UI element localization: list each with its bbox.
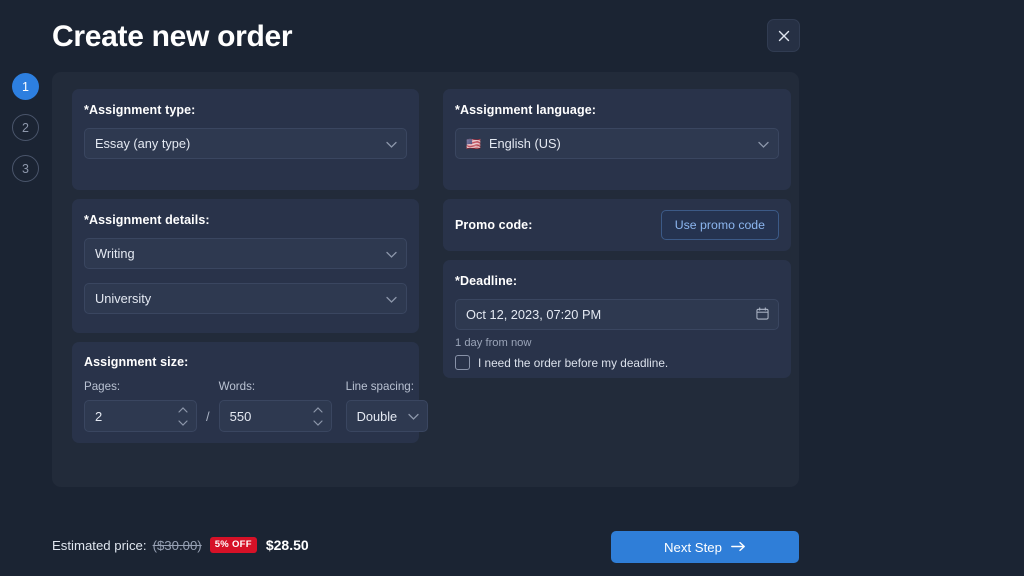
assignment-details-label: *Assignment details: <box>84 213 210 227</box>
academic-level-select[interactable]: University <box>84 283 407 314</box>
deadline-hint: 1 day from now <box>455 337 532 349</box>
assignment-language-select[interactable]: 🇺🇸 English (US) <box>455 128 779 159</box>
chevron-down-icon <box>758 136 769 151</box>
line-spacing-cell: Line spacing: Double <box>345 380 428 432</box>
deadline-group: *Deadline: Oct 12, 2023, 07:20 PM 1 day … <box>443 260 791 378</box>
us-flag-icon: 🇺🇸 <box>466 136 481 151</box>
pages-decrement-button[interactable] <box>178 419 188 426</box>
chevron-down-icon <box>386 136 397 151</box>
next-step-label: Next Step <box>664 539 722 555</box>
pages-increment-button[interactable] <box>178 406 188 413</box>
assignment-type-select[interactable]: Essay (any type) <box>84 128 407 159</box>
next-step-button[interactable]: Next Step <box>611 531 799 563</box>
step-3[interactable]: 3 <box>12 155 39 182</box>
discount-badge: 5% OFF <box>209 537 257 553</box>
words-cell: Words: 550 <box>218 380 332 432</box>
line-spacing-label: Line spacing: <box>345 380 414 393</box>
assignment-language-label: *Assignment language: <box>455 103 597 117</box>
assignment-type-label: *Assignment type: <box>84 103 196 117</box>
assignment-size-group: Assignment size: Pages: 2 / Words: 550 L… <box>72 342 428 443</box>
early-delivery-label[interactable]: I need the order before my deadline. <box>478 356 668 370</box>
words-value: 550 <box>229 408 252 424</box>
words-stepper[interactable]: 550 <box>218 400 332 432</box>
right-column: *Assignment language: 🇺🇸 English (US) Pr… <box>443 89 791 443</box>
assignment-size-row: Pages: 2 / Words: 550 Line spacing: Doub… <box>84 380 428 432</box>
step-1[interactable]: 1 <box>12 73 39 100</box>
words-increment-button[interactable] <box>313 406 323 413</box>
pages-stepper[interactable]: 2 <box>84 400 197 432</box>
deadline-input[interactable]: Oct 12, 2023, 07:20 PM <box>455 299 779 330</box>
assignment-details-group: *Assignment details: Writing University <box>72 199 419 333</box>
page-title: Create new order <box>52 20 293 53</box>
early-delivery-row: I need the order before my deadline. <box>455 355 779 370</box>
line-spacing-select[interactable]: Double <box>345 400 428 432</box>
form-columns: *Assignment type: Essay (any type) *Assi… <box>72 89 791 443</box>
pages-label: Pages: <box>84 380 121 393</box>
step-1-label: 1 <box>22 79 29 94</box>
promo-code-label: Promo code: <box>455 218 533 232</box>
pages-spinner <box>176 401 190 431</box>
deadline-label: *Deadline: <box>455 274 518 288</box>
words-label: Words: <box>218 380 256 393</box>
step-3-label: 3 <box>22 161 29 176</box>
assignment-type-group: *Assignment type: Essay (any type) <box>72 89 419 190</box>
size-separator: / <box>206 409 210 424</box>
estimated-price: Estimated price: ($30.00) 5% OFF $28.50 <box>52 537 309 553</box>
step-indicator: 1 2 3 <box>12 73 40 182</box>
chevron-down-icon <box>386 246 397 261</box>
close-icon <box>778 30 789 41</box>
assignment-service-value: Writing <box>95 246 135 261</box>
close-button[interactable] <box>767 19 800 52</box>
words-decrement-button[interactable] <box>313 419 323 426</box>
price-label: Estimated price: <box>52 537 147 553</box>
early-delivery-checkbox[interactable] <box>455 355 470 370</box>
arrow-right-icon <box>731 540 746 555</box>
final-price: $28.50 <box>265 537 309 553</box>
words-spinner <box>311 401 325 431</box>
assignment-size-label: Assignment size: <box>84 355 189 369</box>
promo-code-group: Promo code: Use promo code <box>443 199 791 251</box>
use-promo-code-button[interactable]: Use promo code <box>660 210 779 240</box>
create-order-screen: Create new order 1 2 3 *Assignment type:… <box>0 0 1024 576</box>
order-form-card: *Assignment type: Essay (any type) *Assi… <box>52 72 799 487</box>
assignment-language-group: *Assignment language: 🇺🇸 English (US) <box>443 89 791 190</box>
pages-value: 2 <box>95 408 103 424</box>
step-2-label: 2 <box>22 120 29 135</box>
deadline-value: Oct 12, 2023, 07:20 PM <box>466 307 602 322</box>
assignment-service-select[interactable]: Writing <box>84 238 407 269</box>
line-spacing-value: Double <box>356 408 398 424</box>
left-column: *Assignment type: Essay (any type) *Assi… <box>72 89 428 443</box>
chevron-down-icon <box>386 291 397 306</box>
assignment-type-value: Essay (any type) <box>95 136 191 151</box>
step-2[interactable]: 2 <box>12 114 39 141</box>
original-price: ($30.00) <box>152 537 202 553</box>
assignment-language-value: English (US) <box>488 136 561 151</box>
academic-level-value: University <box>95 291 152 306</box>
calendar-icon[interactable] <box>756 306 769 323</box>
pages-cell: Pages: 2 <box>84 380 197 432</box>
chevron-down-icon <box>407 409 419 424</box>
